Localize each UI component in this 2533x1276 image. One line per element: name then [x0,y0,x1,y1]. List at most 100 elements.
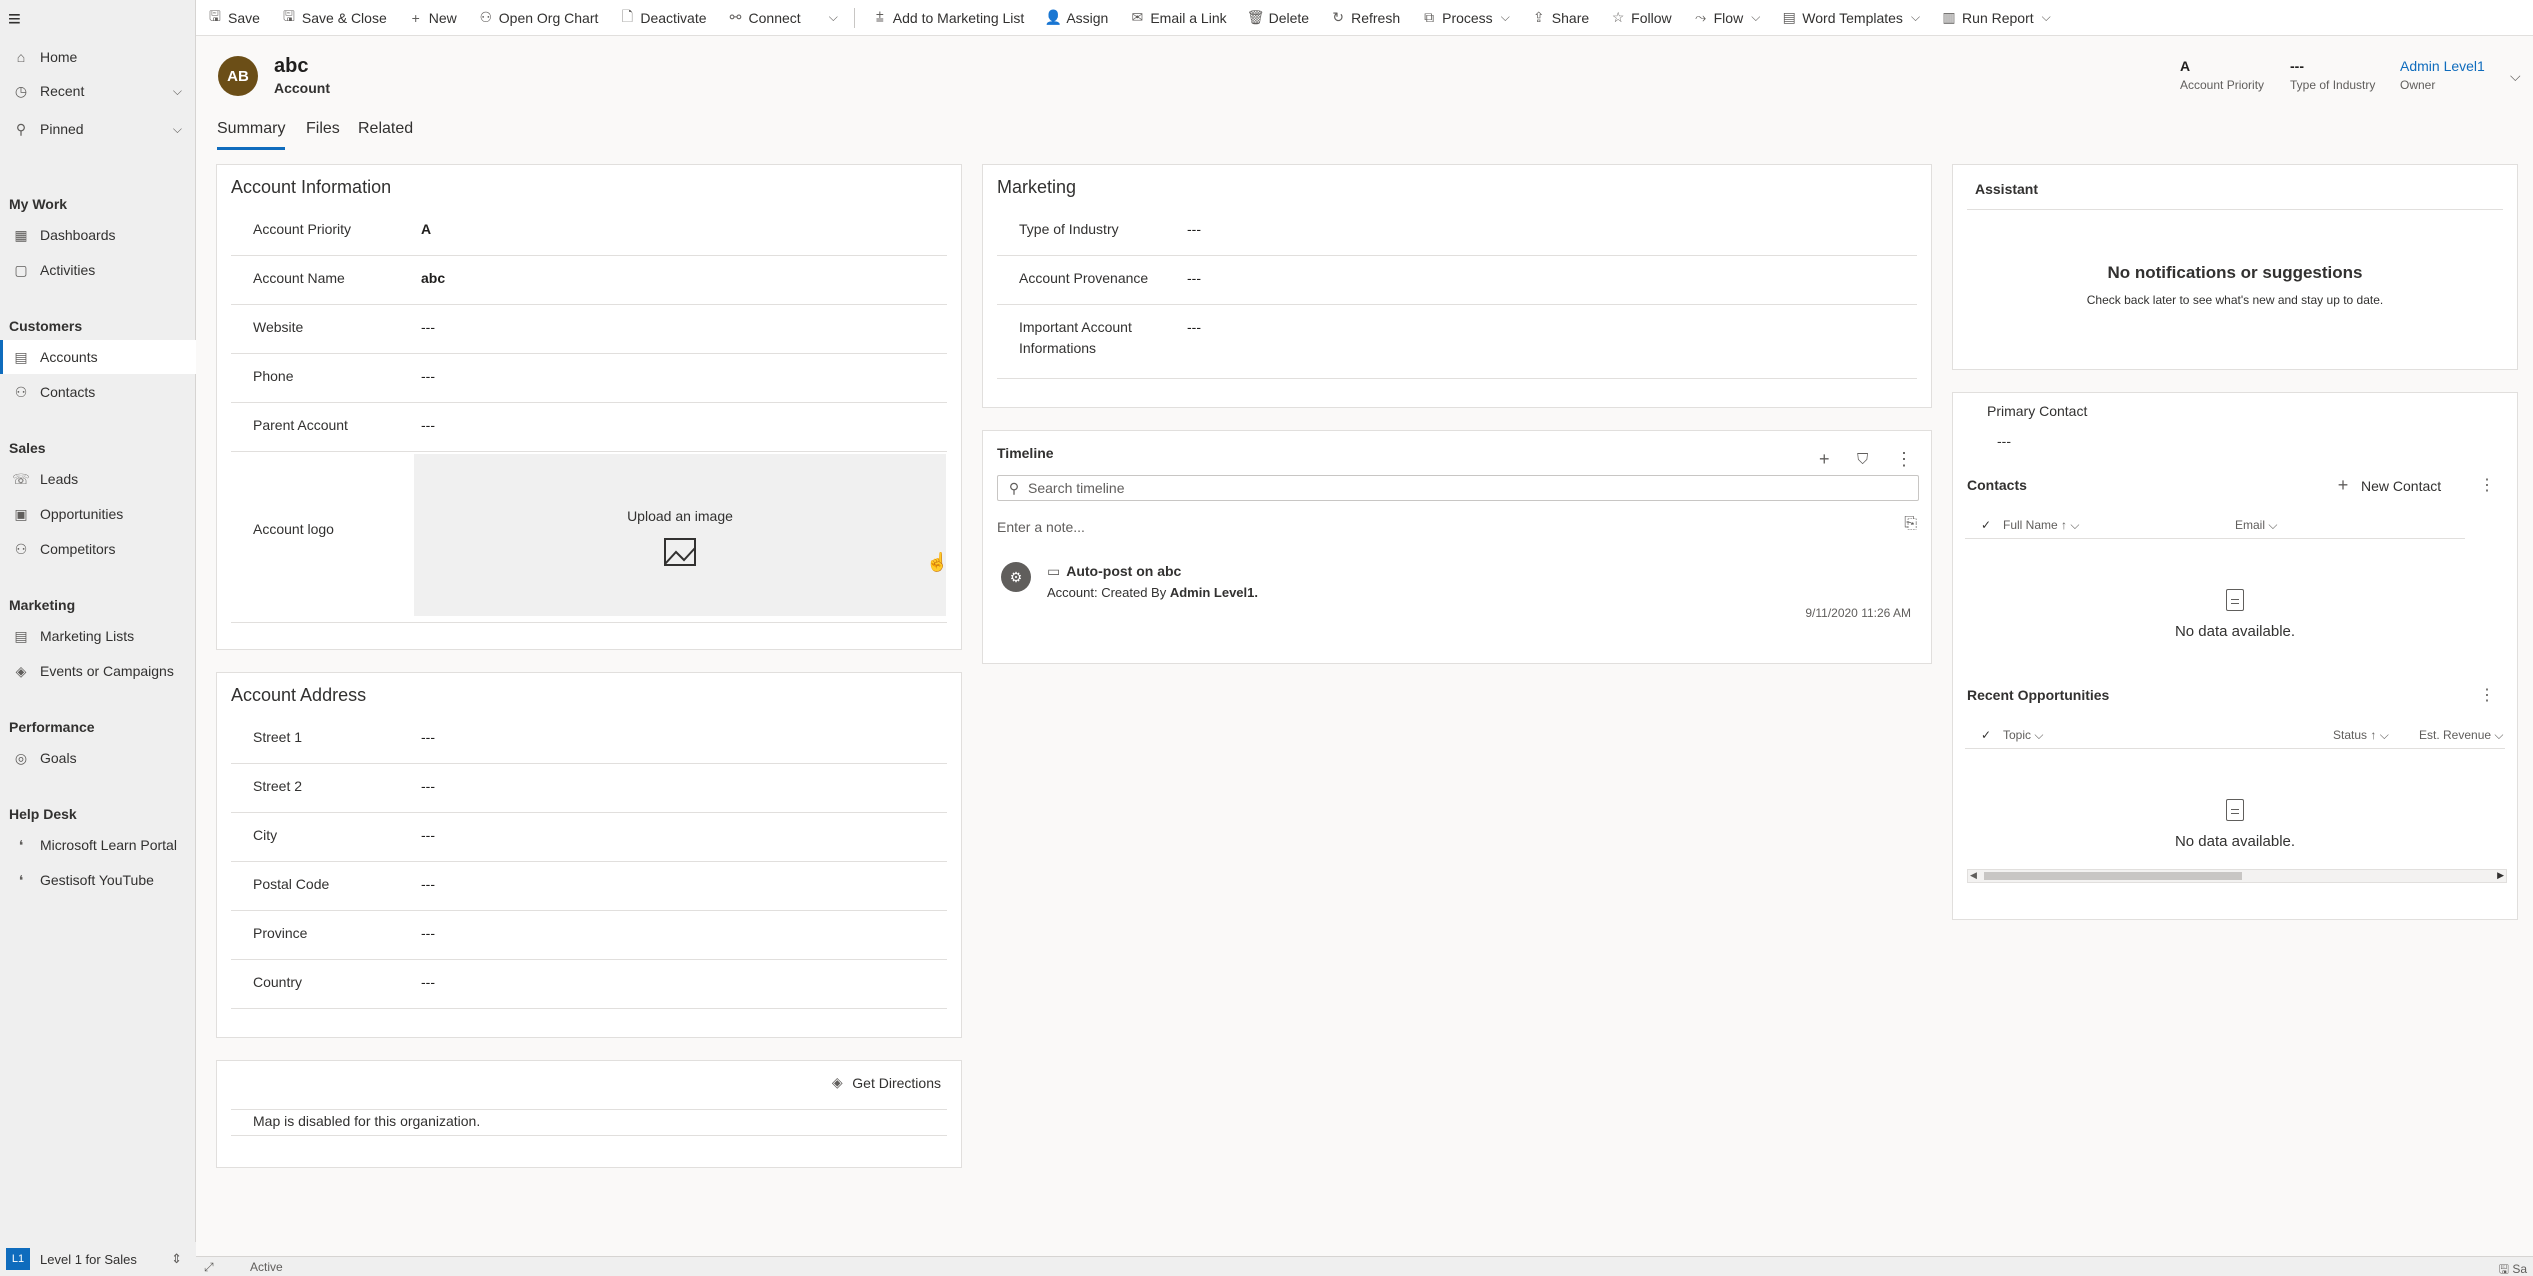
col-full-name[interactable]: Full Name ↑ ⌵ [2003,518,2079,533]
tab-summary[interactable]: Summary [217,120,286,150]
sidebar-item-opportunities[interactable]: ▣ Opportunities [0,497,196,531]
add-to-marketing-list-button[interactable]: ⩲ Add to Marketing List [871,9,1025,26]
open-in-window-icon[interactable]: ⤢ [204,1260,214,1275]
select-all-check-icon[interactable]: ✓ [1981,728,1991,742]
word-templates-button[interactable]: ▤ Word Templates [1780,9,1903,26]
horizontal-scrollbar[interactable]: ◀ ▶ [1967,869,2507,883]
tab-related[interactable]: Related [358,120,413,150]
email-a-link-button[interactable]: ✉ Email a Link [1128,9,1226,26]
col-status[interactable]: Status ↑ ⌵ [2333,728,2389,743]
open-org-chart-button[interactable]: ⚇ Open Org Chart [477,9,598,26]
overflow-chevron-icon[interactable]: ⌵ [829,10,838,25]
timeline-search-input[interactable]: ⚲ Search timeline [997,475,1919,501]
sidebar-item-label: Contacts [40,384,96,400]
follow-button[interactable]: ☆ Follow [1609,9,1672,26]
assign-button[interactable]: 👤 Assign [1044,9,1109,26]
filter-icon[interactable]: ⛉ [1857,451,1868,468]
field-value[interactable]: --- [1187,270,1201,286]
sidebar-item-home[interactable]: ⌂ Home [0,40,196,74]
save-button[interactable]: 🖫 Save [206,6,260,30]
dropdown-chevron-icon[interactable]: ⌵ [1501,10,1510,25]
field-value[interactable]: --- [421,925,435,941]
status-save-button[interactable]: 🖫 Sa [2499,1260,2527,1276]
attach-icon[interactable]: ⎘ [1904,515,1917,533]
chevron-down-icon[interactable]: ⌵ [173,84,182,99]
sidebar-item-goals[interactable]: ◎ Goals [0,741,196,775]
plus-icon: + [411,9,420,26]
opportunities-more-icon[interactable]: ⋮ [2479,685,2495,705]
header-expand-chevron-icon[interactable]: ⌵ [2510,68,2521,85]
col-email[interactable]: Email ⌵ [2235,518,2277,533]
sidebar-item-pinned[interactable]: ⚲ Pinned ⌵ [0,112,196,146]
contacts-more-icon[interactable]: ⋮ [2479,475,2495,495]
process-button[interactable]: ⧉ Process [1420,9,1493,26]
get-directions-button[interactable]: ◈ Get Directions [828,1074,941,1091]
field-value[interactable]: A [421,221,431,237]
sidebar-item-accounts[interactable]: ▤ Accounts [0,340,196,374]
primary-contact-value[interactable]: --- [1997,433,2011,449]
field-value[interactable]: --- [1187,319,1201,335]
owner-link[interactable]: Admin Level1 [2400,58,2485,74]
add-activity-icon[interactable]: + [1819,449,1830,470]
sidebar-item-contacts[interactable]: ⚇ Contacts [0,375,196,409]
field-value[interactable]: --- [421,876,435,892]
new-contact-button[interactable]: + New Contact [2335,475,2441,496]
field-value[interactable]: abc [421,270,445,286]
tab-files[interactable]: Files [306,120,340,150]
note-input[interactable]: Enter a note... [997,519,1085,535]
sidebar-item-activities[interactable]: ▢ Activities [0,253,196,287]
share-button[interactable]: ⇪ Share [1530,9,1589,26]
dropdown-chevron-icon[interactable]: ⌵ [2042,10,2051,25]
scroll-left-icon[interactable]: ◀ [1970,870,1977,881]
flow-button[interactable]: ⤳ Flow [1692,9,1743,26]
col-topic[interactable]: Topic ⌵ [2003,728,2043,743]
sidebar-item-events-or-campaigns[interactable]: ◈ Events or Campaigns [0,654,196,688]
sidebar-item-microsoft-learn-portal[interactable]: ❛ Microsoft Learn Portal [0,828,196,862]
sidebar-item-competitors[interactable]: ⚇ Competitors [0,532,196,566]
field-value[interactable]: --- [421,729,435,745]
section-title: Marketing [997,177,1077,197]
divider [853,7,855,28]
field-value[interactable]: --- [421,368,435,384]
save-close-button[interactable]: 🖫 Save & Close [280,6,387,30]
field-value[interactable]: --- [421,974,435,990]
sidebar-item-dashboards[interactable]: ▦ Dashboards [0,218,196,252]
sidebar-item-marketing-lists[interactable]: ▤ Marketing Lists [0,619,196,653]
flow-icon: ⤳ [1695,9,1707,25]
field-value[interactable]: --- [1187,221,1201,237]
dropdown-chevron-icon[interactable]: ⌵ [1751,10,1760,25]
new-button[interactable]: + New [407,10,457,26]
col-est-revenue[interactable]: Est. Revenue ⌵ [2419,728,2503,743]
run-report-button[interactable]: ▥ Run Report [1940,9,2033,26]
sidebar-item-recent[interactable]: ◷ Recent ⌵ [0,74,196,108]
timeline-post-body: Account: Created By Admin Level1. [1047,585,1258,600]
add-list-icon: ⩲ [875,9,884,25]
deactivate-button[interactable]: 🗋 Deactivate [618,6,707,30]
field-important-account-informations: Important Account Informations --- [997,305,1917,379]
hamburger-menu-icon[interactable]: ≡ [8,6,21,32]
field-value[interactable]: --- [421,319,435,335]
sidebar-item-leads[interactable]: ☏ Leads [0,462,196,496]
scroll-right-icon[interactable]: ▶ [2497,870,2504,881]
more-options-icon[interactable]: ⋮ [1895,449,1913,470]
refresh-button[interactable]: ↻ Refresh [1329,9,1400,26]
sidebar-item-label: Dashboards [40,227,116,243]
scrollbar-thumb[interactable] [1984,872,2242,880]
delete-icon: 🗑 [1246,9,1265,25]
header-field-priority: A Account Priority [2180,58,2264,92]
dropdown-chevron-icon[interactable]: ⌵ [1911,10,1920,25]
field-value[interactable]: --- [421,417,435,433]
delete-button[interactable]: 🗑 Delete [1247,9,1309,26]
section-title: Account Address [231,685,367,705]
sidebar-item-gestisoft-youtube[interactable]: ❛ Gestisoft YouTube [0,863,196,897]
chevron-down-icon[interactable]: ⌵ [173,122,182,137]
field-value[interactable]: --- [421,827,435,843]
select-all-check-icon[interactable]: ✓ [1981,518,1991,532]
field-value[interactable]: --- [421,778,435,794]
document-icon [2226,589,2244,611]
area-switcher[interactable]: L1 Level 1 for Sales ⇕ [0,1242,196,1276]
word-templates-icon: ▤ [1782,9,1796,25]
upload-image-area[interactable]: Upload an image ☝ [414,454,948,616]
connect-button[interactable]: ⚯ Connect [727,9,801,26]
timeline-post-title[interactable]: ▭ Auto-post on abc [1047,563,1181,580]
